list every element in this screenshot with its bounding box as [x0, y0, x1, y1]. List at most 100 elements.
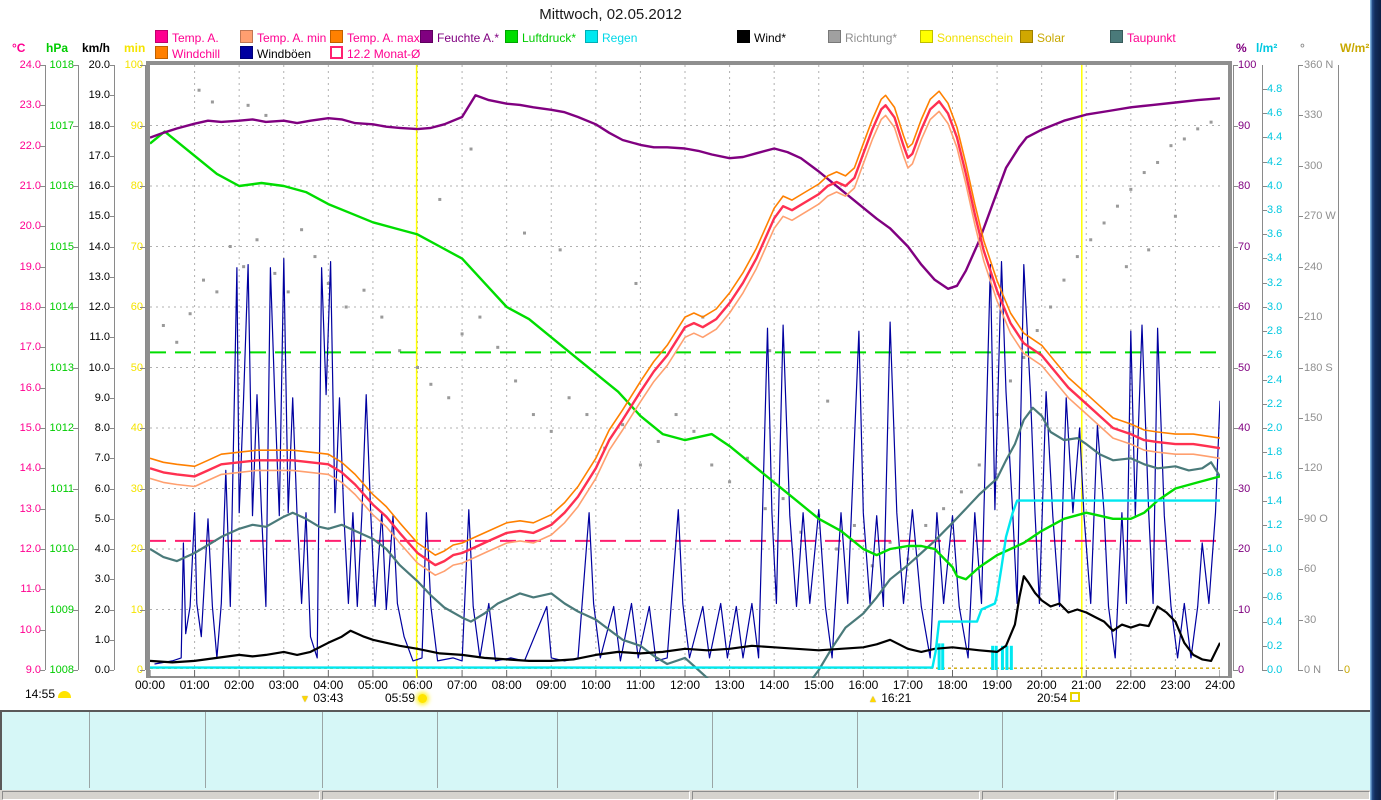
- day-length-marker: 14:55: [25, 687, 72, 701]
- legend-item-solar[interactable]: Solar: [1020, 30, 1066, 45]
- axis-tick-label: 3.2: [1267, 276, 1283, 289]
- page-title: Mittwoch, 02.05.2012: [539, 6, 682, 23]
- axis-tick: [1233, 65, 1238, 66]
- window-border[interactable]: [1370, 0, 1381, 800]
- richtung-dot: [362, 288, 366, 292]
- richtung-dot: [514, 379, 518, 383]
- legend-item-luftdruck-[interactable]: Luftdruck*: [505, 30, 577, 45]
- legend-item-richtung-[interactable]: Richtung*: [828, 30, 897, 45]
- legend-item-temp-a-[interactable]: Temp. A.: [155, 30, 219, 45]
- richtung-dot: [460, 332, 464, 336]
- axis-tick-label: 10: [130, 603, 143, 616]
- legend-item-windb-en[interactable]: Windböen: [240, 46, 311, 61]
- richtung-dot: [826, 399, 830, 403]
- axis-tick-label: 3.8: [1267, 204, 1283, 217]
- x-axis-label: 15:00: [803, 678, 834, 692]
- legend-swatch-icon: [585, 30, 598, 43]
- richtung-dot: [656, 439, 660, 443]
- richtung-dot: [1196, 127, 1200, 131]
- axis-tick: [1262, 597, 1267, 599]
- axis-tick: [1298, 468, 1303, 470]
- axis-header-celsius: °C: [12, 41, 26, 55]
- legend-item-regen[interactable]: Regen: [585, 30, 637, 45]
- x-axis-label: 24:00: [1204, 678, 1236, 692]
- legend-label: Windchill: [172, 47, 221, 61]
- legend-item-windchill[interactable]: Windchill: [155, 46, 221, 61]
- axis-tick: [40, 226, 45, 228]
- axis-tick-label: 4.2: [1267, 155, 1283, 168]
- axis-tick: [1262, 548, 1267, 550]
- legend-item-sonnenschein[interactable]: Sonnenschein: [920, 30, 1013, 45]
- axis-tick-label: 13.0: [19, 502, 41, 515]
- axis-tick: [40, 387, 45, 389]
- axis-tick-label: 2.2: [1267, 397, 1283, 410]
- richtung-dot: [264, 113, 268, 117]
- plot-area[interactable]: [146, 61, 1232, 678]
- axis-tick-label: 11.0: [89, 331, 110, 344]
- legend-swatch-icon: [240, 30, 253, 43]
- axis-tick-label: 0: [1238, 664, 1245, 676]
- axis-tick: [1262, 258, 1267, 260]
- axis-tick: [109, 155, 114, 157]
- richtung-dot: [1169, 144, 1173, 148]
- legend-item-temp-a-max[interactable]: Temp. A. max: [330, 30, 420, 45]
- legend-item-taupunkt[interactable]: Taupunkt: [1110, 30, 1176, 45]
- legend-item-temp-a-min[interactable]: Temp. A. min: [240, 30, 326, 45]
- axis-tick: [1233, 367, 1238, 369]
- axis-tick: [109, 518, 114, 520]
- axis-tick-label: 1.2: [1267, 518, 1283, 531]
- half-sun-icon: [58, 691, 72, 698]
- x-axis-label: 05:00: [357, 678, 388, 692]
- richtung-dot: [380, 315, 384, 319]
- axis-tick-label: 0: [1344, 664, 1351, 676]
- arrow-down-icon: ▼: [300, 694, 310, 705]
- axis-tick: [109, 639, 114, 641]
- richtung-dot: [1049, 305, 1053, 309]
- axis-tick: [1298, 115, 1303, 117]
- axis-tick-label: 1013: [49, 361, 74, 374]
- richtung-dot: [1089, 238, 1093, 242]
- axis-tick-label: 0.0: [1267, 664, 1283, 676]
- legend-item-12-2-monat-[interactable]: 12.2 Monat-Ø: [330, 46, 420, 61]
- axis-tick-label: 20: [130, 543, 143, 555]
- axis-tick-label: 1016: [49, 180, 74, 192]
- richtung-dot: [585, 413, 589, 417]
- legend-swatch-icon: [1110, 30, 1123, 43]
- axis-tick-label: 1014: [49, 301, 74, 313]
- axis-tick: [109, 397, 114, 399]
- axis-tick: [40, 468, 45, 470]
- axis-tick-label: 1012: [49, 422, 74, 434]
- legend-swatch-icon: [828, 30, 841, 43]
- richtung-dot: [942, 507, 946, 511]
- axis-tick: [1262, 185, 1267, 187]
- legend-swatch-icon: [155, 30, 168, 43]
- axis-tick: [140, 549, 145, 550]
- axis-tick: [1262, 355, 1267, 357]
- x-axis-label: 17:00: [892, 678, 923, 692]
- legend-label: Luftdruck*: [522, 31, 577, 45]
- legend-item-feuchte-a-[interactable]: Feuchte A.*: [420, 30, 499, 45]
- axis-tick-label: 13.0: [88, 270, 110, 283]
- axis-tick-label: 1011: [50, 482, 74, 495]
- axis-tick-label: 4.6: [1267, 107, 1283, 120]
- marker-time: 20:54: [1037, 691, 1068, 705]
- status-segment: [692, 791, 980, 800]
- sunset-square-icon: [1070, 692, 1081, 702]
- day-graph[interactable]: [150, 65, 1220, 678]
- legend-label: Solar: [1037, 31, 1066, 45]
- axis-tick: [1298, 216, 1303, 218]
- richtung-dot: [710, 463, 714, 467]
- richtung-dot: [728, 480, 732, 484]
- table-divider: [322, 712, 323, 788]
- axis-tick-label: 1.4: [1267, 494, 1283, 507]
- legend-swatch-icon: [505, 30, 518, 43]
- sun-icon: [418, 694, 428, 703]
- legend-swatch-icon: [155, 46, 168, 59]
- x-axis-label: 20:00: [1026, 678, 1057, 692]
- axis-header-deg: °: [1300, 41, 1305, 55]
- x-axis-label: 04:00: [313, 678, 344, 692]
- richtung-dot: [161, 323, 165, 327]
- axis-tick-label: 23.0: [19, 99, 41, 112]
- moonset-marker: ▼ 03:43: [300, 691, 343, 705]
- legend-item-wind-[interactable]: Wind*: [737, 30, 786, 45]
